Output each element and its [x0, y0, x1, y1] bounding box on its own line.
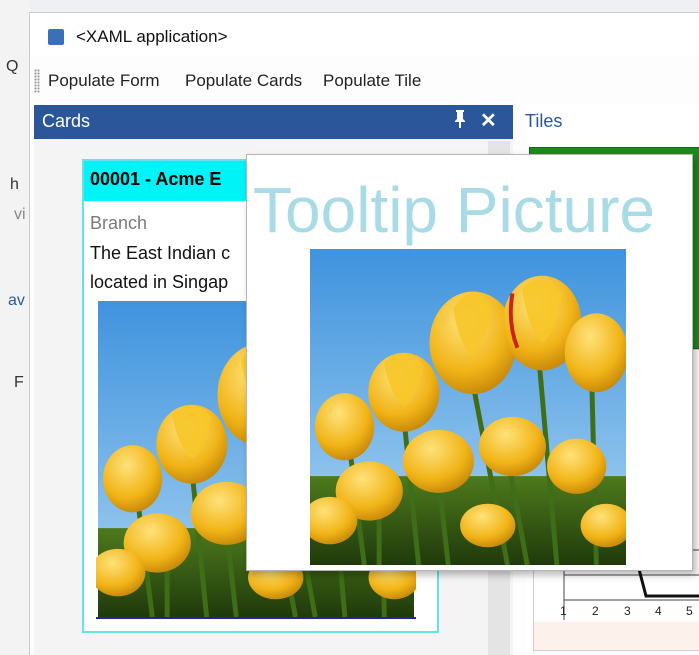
background-text: vi: [14, 206, 26, 223]
tick-label: 5: [686, 604, 693, 618]
populate-tile-button[interactable]: Populate Tile: [323, 71, 421, 91]
tooltip: Tooltip Picture: [246, 154, 693, 571]
tick-label: 2: [592, 604, 599, 618]
background-text: av: [8, 292, 25, 309]
toolbar-grip-icon[interactable]: [34, 69, 40, 93]
cards-panel-title: Cards: [42, 111, 91, 131]
title-bar: <XAML application>: [30, 13, 699, 55]
background-text: Q: [6, 58, 19, 75]
background-text: h: [10, 176, 19, 193]
tick-label: 1: [560, 604, 567, 618]
window-title: <XAML application>: [76, 27, 228, 46]
background-window: Q h vi av F: [0, 0, 30, 654]
toolbar: Populate Form Populate Cards Populate Ti…: [30, 63, 699, 99]
pin-icon[interactable]: [453, 109, 467, 134]
populate-form-button[interactable]: Populate Form: [48, 71, 160, 91]
background-text: F: [14, 374, 24, 391]
cards-panel-header: Cards ✕: [34, 105, 513, 139]
tooltip-picture: [310, 249, 626, 565]
app-icon: [48, 29, 64, 45]
card-branch-label: Branch: [90, 213, 148, 233]
card-id: 00001 - Acme E: [90, 169, 222, 189]
tick-label: 3: [624, 604, 631, 618]
tooltip-title: Tooltip Picture: [253, 174, 655, 246]
tiles-panel-title: Tiles: [525, 111, 563, 131]
card-divider: [96, 617, 416, 619]
close-icon[interactable]: ✕: [480, 108, 497, 133]
populate-cards-button[interactable]: Populate Cards: [185, 71, 302, 91]
tick-label: 4: [655, 604, 662, 618]
